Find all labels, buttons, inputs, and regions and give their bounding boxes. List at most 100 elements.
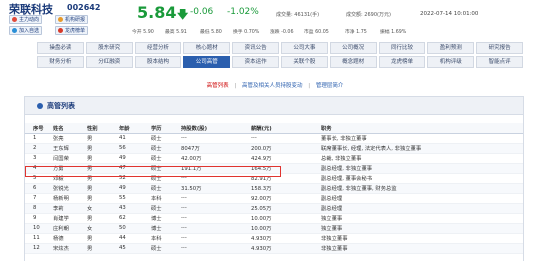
- nav-item-shareholder-research[interactable]: 股东研究: [85, 42, 133, 54]
- nav-row-1: 操盘必读 股东研究 经营分析 核心题材 资讯公告 公司大事 公司概况 同行比较 …: [36, 41, 524, 55]
- col-header-age: 年龄: [117, 123, 149, 134]
- cell-education: 硕士: [149, 243, 179, 254]
- nav-item-executives[interactable]: 公司高管: [183, 56, 231, 68]
- cell-position: 副总经理, 非独立董事, 财务总监: [319, 183, 523, 194]
- cell-age: 45: [117, 243, 149, 254]
- nav-item-financial-analysis[interactable]: 财务分析: [37, 56, 84, 68]
- table-row[interactable]: 6 张锐光男 49 硕士 31.50万 158.3万 副总经理, 非独立董事, 财务总监: [25, 183, 523, 194]
- amplitude: 振幅 1.69%: [380, 30, 407, 35]
- col-header-index: 序号: [25, 123, 51, 134]
- cell-gender: 男: [85, 133, 117, 144]
- nav-item-company-events[interactable]: 公司大事: [280, 42, 328, 54]
- nav-item-capital-operations[interactable]: 资本运作: [232, 56, 279, 68]
- cell-name[interactable]: 宋炫杰: [51, 243, 85, 254]
- cell-gender: 男: [85, 153, 117, 164]
- cell-age: 47: [117, 163, 149, 174]
- cell-name[interactable]: 王东辉: [51, 143, 85, 154]
- pb-ratio: 市净 1.75: [345, 30, 367, 35]
- table-row[interactable]: 9 肖建学男 62 博士 --- 10.00万 独立董事: [25, 213, 523, 224]
- subnav-management-intro[interactable]: 管理层简介: [316, 83, 344, 89]
- table-row[interactable]: 8 李莉女 43 硕士 --- 25.05万 副总经理: [25, 203, 523, 214]
- volume: 成交量: 46131(手): [276, 12, 320, 18]
- table-row[interactable]: 11 杨德男 44 本科 --- 4.930万 非独立董事: [25, 233, 523, 244]
- main-force-button[interactable]: 主力动向: [9, 15, 43, 24]
- price-change: -0.06: [190, 7, 214, 17]
- cell-position: 副总经理, 董事会秘书: [319, 173, 523, 184]
- subnav-holding-changes[interactable]: 高管及相关人员持股变动: [242, 83, 303, 89]
- cell-education: 本科: [149, 193, 179, 204]
- table-row[interactable]: 7 杨新明男 55 本科 --- 92.00万 副总经理: [25, 193, 523, 204]
- cell-shares: 191.1万: [179, 163, 249, 174]
- cell-index: 8: [25, 203, 51, 214]
- cell-name[interactable]: 闫国荣: [51, 153, 85, 164]
- cell-shares: ---: [179, 243, 249, 254]
- nav-item-dividends-financing[interactable]: 分红融资: [85, 56, 133, 68]
- cell-name[interactable]: 庄利朝: [51, 223, 85, 234]
- cell-education: 博士: [149, 213, 179, 224]
- cell-education: 硕士: [149, 183, 179, 194]
- cell-position: 非独立董事: [319, 243, 523, 254]
- cell-name[interactable]: 李莉: [51, 203, 85, 214]
- col-header-gender: 性别: [85, 123, 117, 134]
- nav-item-peer-comparison[interactable]: 同行比较: [378, 42, 426, 54]
- nav-item-related-stocks[interactable]: 关联个股: [280, 56, 328, 68]
- nav-item-business-analysis[interactable]: 经营分析: [134, 42, 182, 54]
- add-watchlist-button[interactable]: 加入自选: [9, 26, 43, 35]
- cell-shares: 8047万: [179, 143, 249, 154]
- nav-item-operation-guide[interactable]: 操盘必读: [37, 42, 84, 54]
- table-row[interactable]: 3 闫国荣男 49 硕士 42.00万 424.9万 总裁, 非独立董事: [25, 153, 523, 164]
- cell-name[interactable]: 邓毅: [51, 173, 85, 184]
- nav-item-earnings-forecast[interactable]: 盈利预测: [427, 42, 475, 54]
- nav-item-concept-themes[interactable]: 概念题材: [329, 56, 377, 68]
- turnover-rate: 换手 0.70%: [233, 30, 260, 35]
- cell-name[interactable]: 杨德: [51, 233, 85, 244]
- dragon-tiger-button[interactable]: 龙虎榜单: [55, 26, 89, 35]
- cell-position: 独立董事: [319, 213, 523, 224]
- cell-position: 副总经理: [319, 193, 523, 204]
- cell-salary: 92.00万: [249, 193, 319, 204]
- cell-age: 62: [117, 213, 149, 224]
- cell-name[interactable]: 张亮: [51, 133, 85, 144]
- nav-item-research-reports[interactable]: 研究报告: [476, 42, 523, 54]
- cell-index: 1: [25, 133, 51, 144]
- subnav-separator: |: [234, 83, 237, 89]
- cell-position: 联席董事长, 经理, 法定代表人, 非独立董事: [319, 143, 523, 154]
- dragon-tiger-icon: [58, 28, 63, 33]
- col-header-shares: 持股数(股): [179, 123, 249, 134]
- cell-name[interactable]: 方勇: [51, 163, 85, 174]
- research-report-button[interactable]: 机构研报: [55, 15, 89, 24]
- table-row[interactable]: 5 邓毅男 52 硕士 --- 82.91万 副总经理, 董事会秘书: [25, 173, 523, 184]
- cell-gender: 男: [85, 243, 117, 254]
- table-row[interactable]: 2 王东辉男 56 硕士 8047万 200.0万 联席董事长, 经理, 法定代表人, 非独…: [25, 143, 523, 154]
- low-price: 最低 5.80: [200, 30, 222, 35]
- cell-name[interactable]: 肖建学: [51, 213, 85, 224]
- cell-salary: 10.00万: [249, 213, 319, 224]
- cell-age: 50: [117, 223, 149, 234]
- cell-shares: 31.50万: [179, 183, 249, 194]
- nav-item-institution-ratings[interactable]: 机构评级: [427, 56, 475, 68]
- table-row[interactable]: 12 宋炫杰男 45 硕士 --- 4.930万 非独立董事: [25, 243, 523, 254]
- col-header-name: 姓名: [51, 123, 85, 134]
- open-price: 今开 5.90: [132, 30, 154, 35]
- cell-gender: 男: [85, 183, 117, 194]
- table-row[interactable]: 1 张亮男 41 硕士 --- --- 董事长, 非独立董事: [25, 133, 523, 144]
- add-icon: [12, 28, 17, 33]
- cell-gender: 男: [85, 163, 117, 174]
- table-row[interactable]: 10 庄利朝女 50 博士 --- 10.00万 独立董事: [25, 223, 523, 234]
- cell-name[interactable]: 杨新明: [51, 193, 85, 204]
- nav-item-dragon-tiger-list[interactable]: 龙虎榜单: [378, 56, 426, 68]
- nav-item-news-announcements[interactable]: 资讯公告: [232, 42, 279, 54]
- cell-index: 3: [25, 153, 51, 164]
- cell-age: 44: [117, 233, 149, 244]
- cell-name[interactable]: 张锐光: [51, 183, 85, 194]
- nav-item-core-themes[interactable]: 核心题材: [183, 42, 231, 54]
- cell-index: 5: [25, 173, 51, 184]
- cell-salary: 25.05万: [249, 203, 319, 214]
- nav-item-smart-review[interactable]: 智能点评: [476, 56, 523, 68]
- nav-item-share-structure[interactable]: 股本结构: [134, 56, 182, 68]
- subnav-executive-list[interactable]: 高管列表: [207, 83, 229, 89]
- nav-item-company-overview[interactable]: 公司概况: [329, 42, 377, 54]
- table-row[interactable]: 4 方勇男 47 硕士 191.1万 164.5万 副总经理, 非独立董事: [25, 163, 523, 174]
- main-force-icon: [12, 17, 17, 22]
- cell-age: 55: [117, 193, 149, 204]
